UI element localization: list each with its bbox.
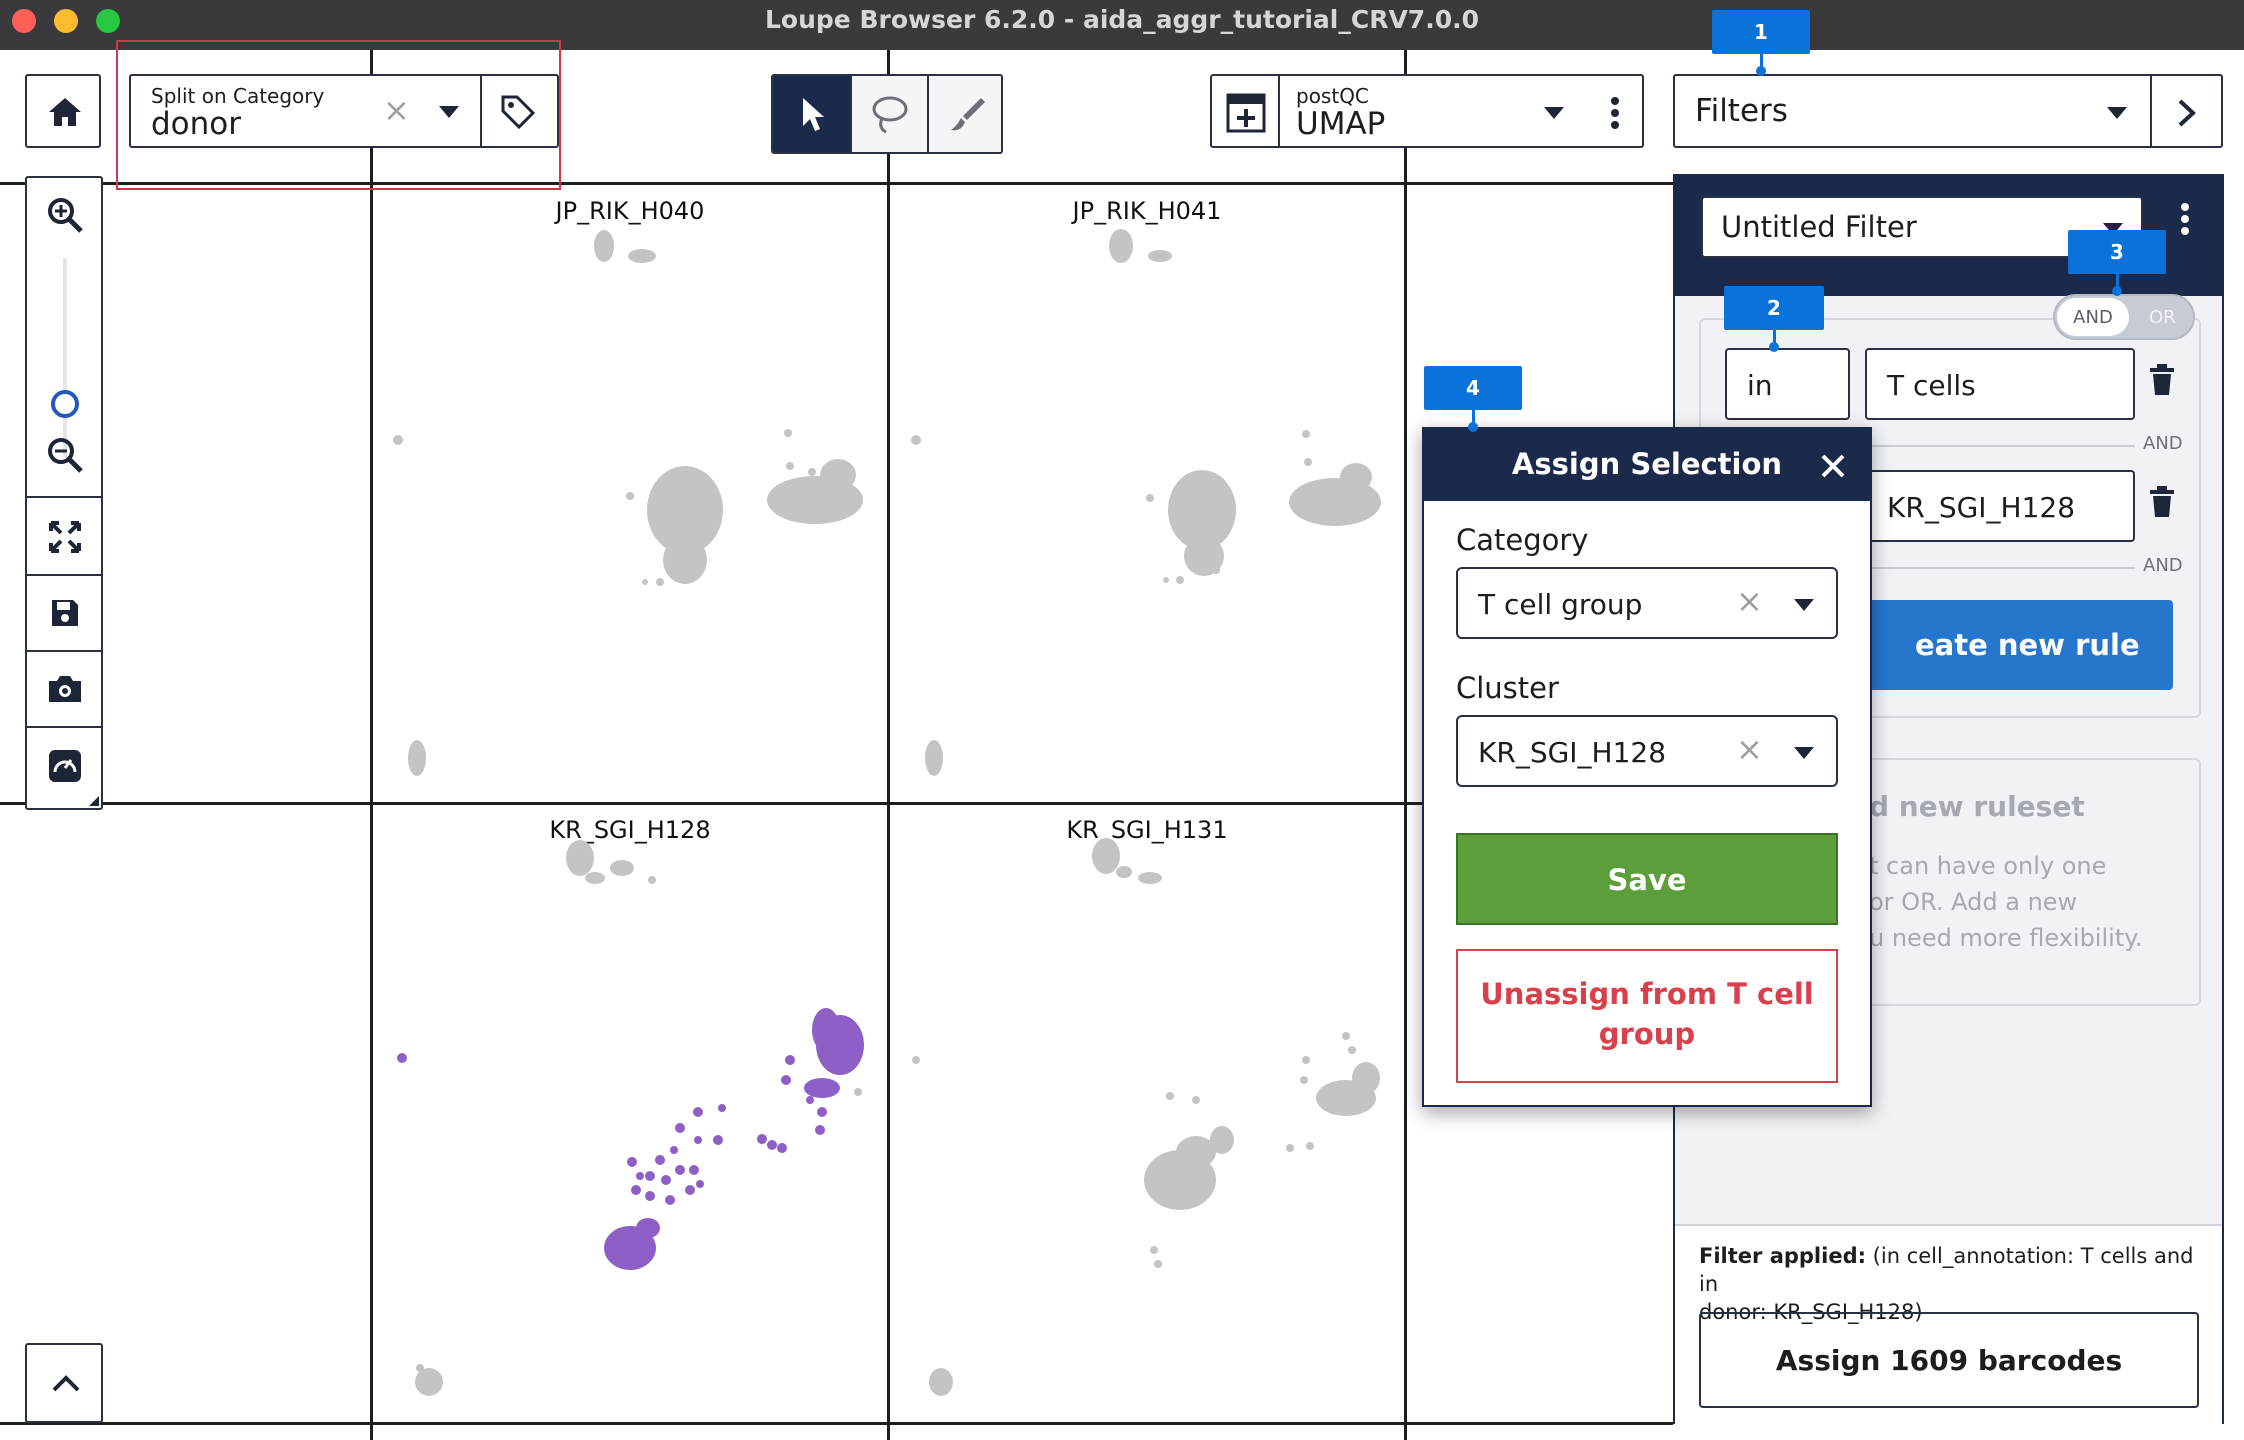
clear-icon[interactable]: × xyxy=(1736,585,1763,617)
category-select[interactable]: T cell group × xyxy=(1456,567,1838,639)
trash-icon[interactable] xyxy=(2149,364,2175,396)
marker-tag: 3 xyxy=(2068,230,2166,274)
cells-kr-sgi-h128-unselected xyxy=(415,840,862,1396)
fit-view-icon[interactable] xyxy=(48,520,82,554)
home-icon xyxy=(49,98,81,126)
zoom-out-icon[interactable] xyxy=(46,436,84,474)
or-option[interactable]: OR xyxy=(2149,307,2176,328)
more-options-icon[interactable] xyxy=(1610,96,1620,130)
marker-tag: 4 xyxy=(1424,366,1522,410)
cursor-icon xyxy=(803,98,824,131)
cluster-label: Cluster xyxy=(1456,671,1559,705)
chevron-down-icon[interactable] xyxy=(1794,747,1814,759)
and-or-toggle[interactable]: AND OR xyxy=(2053,294,2195,340)
expand-panel-button[interactable] xyxy=(25,1343,103,1423)
zoom-slider-track[interactable] xyxy=(63,258,67,458)
close-icon[interactable] xyxy=(1820,453,1846,479)
brush-tool-button[interactable] xyxy=(929,76,1001,152)
filter-name: Untitled Filter xyxy=(1721,210,1917,244)
more-options-icon[interactable] xyxy=(2180,202,2190,236)
clear-icon[interactable]: × xyxy=(1736,733,1763,765)
dialog-header: Assign Selection xyxy=(1424,429,1870,501)
filter-applied-label: Filter applied: xyxy=(1699,1244,1866,1268)
assign-selection-dialog: Assign Selection Category T cell group ×… xyxy=(1422,427,1872,1107)
lasso-icon xyxy=(872,96,908,134)
projection-value: UMAP xyxy=(1296,106,1386,142)
speedometer-icon[interactable] xyxy=(47,748,83,784)
highlight-box xyxy=(116,40,561,190)
category-label: Category xyxy=(1456,523,1589,557)
zoom-in-icon[interactable] xyxy=(46,196,84,234)
camera-icon[interactable] xyxy=(47,674,83,704)
chevron-down-icon[interactable] xyxy=(1794,599,1814,611)
rule2-value-field[interactable]: KR_SGI_H128 xyxy=(1865,470,2135,542)
lasso-tool-button[interactable] xyxy=(852,76,927,152)
assign-barcodes-button[interactable]: Assign 1609 barcodes xyxy=(1699,1312,2199,1408)
expand-corner-icon xyxy=(89,796,99,806)
add-projection-icon[interactable] xyxy=(1226,93,1266,133)
and-connector: AND xyxy=(2143,555,2183,576)
projection-select[interactable]: postQC UMAP xyxy=(1210,74,1644,148)
projection-label: postQC xyxy=(1296,84,1369,108)
cells-jp-rik-h041 xyxy=(911,229,1381,776)
chevron-right-icon[interactable] xyxy=(2175,98,2199,128)
unassign-button[interactable]: Unassign from T cell group xyxy=(1456,949,1838,1083)
home-button[interactable] xyxy=(25,74,101,148)
chevron-up-icon xyxy=(52,1375,80,1392)
rule-value-field[interactable]: T cells xyxy=(1865,348,2135,420)
brush-icon xyxy=(951,98,985,131)
cluster-select[interactable]: KR_SGI_H128 × xyxy=(1456,715,1838,787)
save-icon[interactable] xyxy=(50,598,80,628)
chevron-down-icon[interactable] xyxy=(1544,107,1564,119)
cells-kr-sgi-h128-selected xyxy=(397,1008,864,1270)
and-option[interactable]: AND xyxy=(2057,298,2129,336)
selection-tools xyxy=(771,74,1003,154)
chevron-down-icon[interactable] xyxy=(2107,107,2127,119)
trash-icon[interactable] xyxy=(2149,486,2175,518)
zoom-slider-handle[interactable] xyxy=(51,390,79,418)
marker-tag: 2 xyxy=(1724,286,1824,330)
cells-jp-rik-h040 xyxy=(393,230,863,776)
save-button[interactable]: Save xyxy=(1456,833,1838,925)
filters-select[interactable]: Filters xyxy=(1673,74,2223,148)
marker-tag: 1 xyxy=(1712,10,1810,54)
dialog-title: Assign Selection xyxy=(1511,447,1783,481)
filters-label: Filters xyxy=(1695,93,1788,129)
view-tools-rail xyxy=(25,176,103,810)
cells-kr-sgi-h131 xyxy=(912,838,1380,1396)
and-connector: AND xyxy=(2143,433,2183,454)
rule-operator-field[interactable]: in xyxy=(1725,348,1850,420)
pointer-tool-button[interactable] xyxy=(773,76,850,152)
filter-summary: Filter applied: (in cell_annotation: T c… xyxy=(1675,1224,2222,1424)
